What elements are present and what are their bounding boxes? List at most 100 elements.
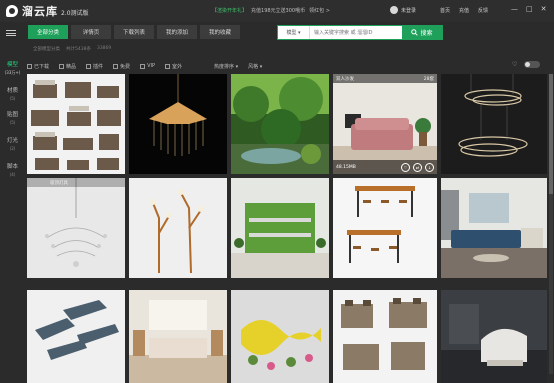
filter-plugin[interactable]: 插件 [86,63,103,70]
sidebar-item-textures[interactable]: 贴图 (5) [0,112,25,126]
model-card-green-wall[interactable] [231,178,329,278]
logo-icon [6,5,18,17]
search-button[interactable]: 搜索 [402,26,442,39]
sidebar-item-count: (4) [9,172,16,177]
model-card-chandelier[interactable]: 吸顶灯具 [27,178,125,278]
sort-popularity[interactable]: 热度排序 ▾ [214,63,238,70]
app-logo: 溜云库 2.0测试版 [6,3,89,19]
promo-tag: 【渲染开年礼】 [212,8,248,14]
search-bar: 模型 ▾ 搜索 [277,25,443,40]
title-bar: 溜云库 2.0测试版 【渲染开年礼】 充值198元立送300哦币 领红包 > 未… [0,0,554,22]
card-header: 吸顶灯具 [27,178,125,187]
search-input[interactable] [310,26,402,39]
model-card-bar-tables[interactable] [333,178,437,278]
sidebar-item-count: (5) [9,120,16,125]
search-scope-select[interactable]: 模型 ▾ [278,26,310,39]
thumbnail-image [333,74,437,174]
thumbnail-image [27,290,125,383]
sidebar-item-count: (33万+) [4,70,21,75]
model-card-sofa[interactable]: 双人沙发 28套 48.15MB ♡ ⇄ ↓ [333,74,437,174]
model-card-dining-chairs[interactable] [333,290,437,383]
download-icon[interactable]: ↓ [425,162,434,172]
model-card-branch-lamp[interactable] [129,178,227,278]
grid-scrollbar[interactable] [549,74,553,374]
thumbnail-image [27,178,125,278]
card-count: 28套 [423,76,434,82]
promo-banner[interactable]: 【渲染开年礼】 充值198元立送300哦币 领红包 > [212,7,330,14]
checkbox-icon [27,63,32,69]
filter-downloaded[interactable]: 已下载 [27,63,49,70]
thumbnail-image [333,178,437,278]
breadcrumb-id: 33869 [96,46,112,51]
model-card-garden[interactable] [231,74,329,174]
category-sidebar: 模型 (33万+) 材质 (5) 贴图 (5) 灯光 (2) 脚本 (4) [0,58,25,383]
tab-downloads[interactable]: 下载列表 [114,25,154,39]
user-login[interactable]: 未登录 [390,6,416,14]
sidebar-item-label: 贴图 [6,112,18,118]
model-card-curved-bench[interactable] [231,290,329,383]
breadcrumb-item[interactable]: 全部模型分类 [33,46,60,52]
card-header: 双人沙发 28套 [333,74,437,83]
scrollbar-thumb[interactable] [549,74,553,194]
model-card-ring-lights[interactable] [441,74,547,174]
hamburger-menu-icon[interactable] [6,30,16,36]
checkbox-icon [140,63,146,69]
sidebar-item-scripts[interactable]: 脚本 (4) [0,164,25,178]
checkbox-icon [86,63,92,69]
thumbnail-image [441,74,547,174]
sidebar-item-label: 灯光 [6,138,18,144]
thumbnail-image [333,290,437,383]
model-card-architecture[interactable] [27,290,125,383]
thumbnail-image [441,290,547,383]
filter-premium[interactable]: 精品 [59,63,76,70]
thumbnail-image [129,178,227,278]
maximize-icon[interactable]: □ [526,5,533,13]
tab-details[interactable]: 详情页 [71,25,111,39]
card-size: 48.15MB [336,164,356,170]
card-title: 双人沙发 [336,76,354,82]
promo-text: 充值198元立送300哦币 [251,8,306,14]
sidebar-item-count: (2) [9,146,16,151]
model-card-living-room[interactable] [441,178,547,278]
filter-bar: 已下载 精品 插件 免费 VIP 室外 热度排序 ▾ 风格 ▾ [27,60,547,72]
minimize-icon[interactable]: — [511,5,518,13]
tab-my-added[interactable]: 我的添加 [157,25,197,39]
filter-free[interactable]: 免费 [113,63,130,70]
compare-icon[interactable]: ⇄ [413,162,422,172]
sidebar-item-count: (5) [9,96,16,101]
checkbox-icon [164,63,170,69]
search-button-label: 搜索 [420,30,433,37]
close-icon[interactable]: ✕ [541,5,547,13]
model-card-bedroom[interactable] [129,290,227,383]
model-card-pendant-lamp[interactable] [129,74,227,174]
nav-feedback[interactable]: 反馈 [478,7,488,14]
tab-favorites[interactable]: 我的收藏 [200,25,240,39]
user-status[interactable]: 未登录 [401,7,416,14]
model-card-lounge-chair[interactable] [441,290,547,383]
main-tabs: 全部分类 详情页 下载列表 我的添加 我的收藏 [28,25,240,39]
sort-style[interactable]: 风格 ▾ [248,63,262,70]
app-name: 溜云库 [22,5,58,18]
window-controls: — □ ✕ [511,5,547,13]
checkbox-icon [113,63,119,69]
sidebar-item-label: 模型 [6,62,18,68]
card-title: 吸顶灯具 [50,180,68,186]
top-nav: 首页 充值 反馈 [440,7,488,14]
filter-vip[interactable]: VIP [140,63,155,69]
promo-link[interactable]: 领红包 > [309,7,330,14]
nav-recharge[interactable]: 充值 [459,7,469,14]
checkbox-icon [59,63,65,69]
tab-all-categories[interactable]: 全部分类 [28,25,68,39]
model-card-dining-sets[interactable] [27,74,125,174]
sidebar-item-materials[interactable]: 材质 (5) [0,88,25,102]
sidebar-item-label: 脚本 [6,164,18,170]
filter-outdoor[interactable]: 室外 [164,63,182,70]
sidebar-item-lights[interactable]: 灯光 (2) [0,138,25,152]
heart-icon[interactable]: ♡ [512,61,517,68]
nav-home[interactable]: 首页 [440,7,450,14]
search-icon [411,29,419,36]
view-toggle[interactable] [524,61,540,68]
sidebar-item-models[interactable]: 模型 (33万+) [0,62,25,76]
thumbnail-image [441,178,547,278]
favorite-icon[interactable]: ♡ [401,162,410,172]
